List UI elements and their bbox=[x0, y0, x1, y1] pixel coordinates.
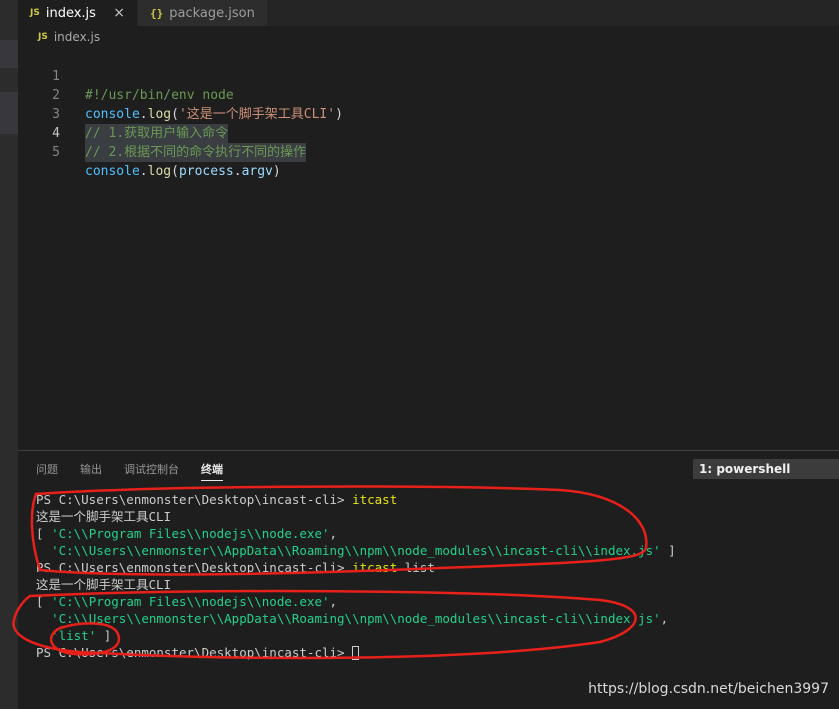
terminal-line: 'C:\\Users\\enmonster\\AppData\\Roaming\… bbox=[51, 543, 676, 558]
terminal-cursor bbox=[352, 646, 360, 660]
code-line: 5 console.log(process.argv) bbox=[18, 124, 839, 179]
tab-label: package.json bbox=[169, 5, 255, 21]
tab-label: index.js bbox=[45, 5, 96, 21]
terminal-line: PS C:\Users\enmonster\Desktop\incast-cli… bbox=[36, 560, 435, 575]
code-line: 3 // 1.获取用户输入命令 bbox=[18, 86, 839, 143]
activity-bar-marker bbox=[0, 40, 18, 68]
watermark: https://blog.csdn.net/beichen3997 bbox=[588, 681, 829, 697]
activity-bar-edge bbox=[0, 0, 18, 709]
terminal-line: 'list' ] bbox=[51, 628, 112, 643]
code-editor[interactable]: 1 #!/usr/bin/env node 2 console.log('这是一… bbox=[18, 48, 839, 448]
editor-tab-bar: JS index.js × {} package.json bbox=[18, 0, 839, 26]
terminal-line: PS C:\Users\enmonster\Desktop\incast-cli… bbox=[36, 644, 839, 661]
terminal-line: PS C:\Users\enmonster\Desktop\incast-cli… bbox=[36, 492, 398, 507]
tab-index-js[interactable]: JS index.js × bbox=[18, 0, 138, 26]
code-text: console.log(process.argv) bbox=[85, 164, 281, 179]
code-text: // 2.根据不同的命令执行不同的操作 bbox=[85, 143, 307, 162]
breadcrumb-file[interactable]: index.js bbox=[54, 30, 100, 44]
terminal-line: 'C:\\Users\\enmonster\\AppData\\Roaming\… bbox=[51, 611, 669, 626]
line-number: 5 bbox=[52, 145, 60, 160]
tab-package-json[interactable]: {} package.json bbox=[138, 0, 268, 26]
bottom-panel: 问题 输出 调试控制台 终端 1: powershell PS C:\Users… bbox=[18, 450, 839, 709]
terminal-line: 这是一个脚手架工具CLI bbox=[36, 509, 172, 524]
panel-tab-bar: 问题 输出 调试控制台 终端 bbox=[36, 461, 223, 481]
terminal-output[interactable]: PS C:\Users\enmonster\Desktop\incast-cli… bbox=[36, 491, 839, 661]
breadcrumb[interactable]: JS index.js bbox=[38, 29, 100, 45]
terminal-line: [ 'C:\\Program Files\\nodejs\\node.exe', bbox=[36, 526, 338, 541]
code-line: 1 #!/usr/bin/env node bbox=[18, 48, 839, 103]
code-line: 4 // 2.根据不同的命令执行不同的操作 bbox=[18, 105, 839, 162]
tab-output[interactable]: 输出 bbox=[80, 461, 102, 481]
activity-bar-marker bbox=[0, 92, 18, 134]
javascript-file-icon: JS bbox=[38, 32, 48, 42]
close-icon[interactable]: × bbox=[113, 5, 129, 21]
terminal-line: [ 'C:\\Program Files\\nodejs\\node.exe', bbox=[36, 594, 338, 609]
javascript-file-icon: JS bbox=[30, 8, 40, 18]
code-line: 2 console.log('这是一个脚手架工具CLI') bbox=[18, 67, 839, 122]
terminal-line: 这是一个脚手架工具CLI bbox=[36, 577, 172, 592]
json-file-icon: {} bbox=[150, 6, 164, 20]
terminal-select[interactable]: 1: powershell bbox=[693, 459, 839, 479]
tab-terminal[interactable]: 终端 bbox=[201, 461, 223, 481]
tab-debug-console[interactable]: 调试控制台 bbox=[124, 461, 179, 481]
tab-problems[interactable]: 问题 bbox=[36, 461, 58, 481]
